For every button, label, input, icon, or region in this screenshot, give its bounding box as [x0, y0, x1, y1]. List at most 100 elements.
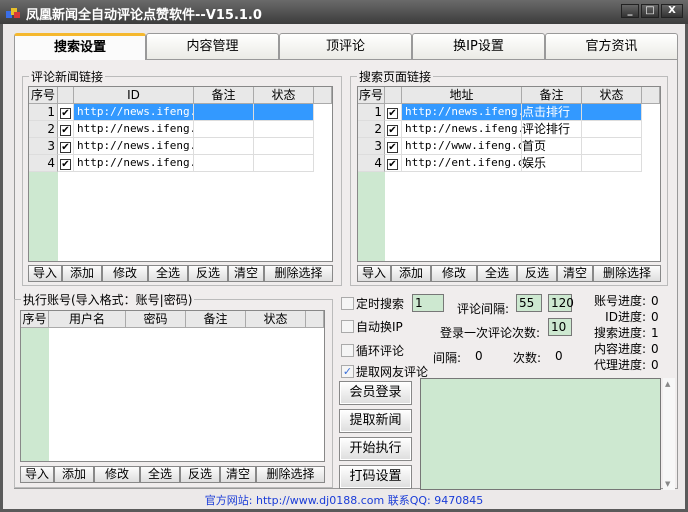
table-row[interactable]: 1 ✔ http://news.ifeng.c: [29, 104, 332, 121]
list-button-0[interactable]: 导入: [20, 466, 54, 483]
search-links-table[interactable]: 序号 地址 备注 状态 1 ✔ http://news.ifeng.c 点击排行 2 ✔ http:…: [357, 86, 661, 262]
column-header[interactable]: 状态: [246, 311, 306, 328]
row-url: http://ent.ifeng.co: [402, 155, 522, 172]
header-filler: [314, 87, 332, 104]
auto-ip-checkbox[interactable]: 自动换IP: [341, 318, 403, 335]
row-url: http://news.ifeng.c: [74, 121, 194, 138]
list-button-6[interactable]: 删除选择: [593, 265, 661, 282]
row-note: 首页: [522, 138, 582, 155]
table-row[interactable]: 3 ✔ http://www.ifeng.co 首页: [358, 138, 660, 155]
checkbox-checked-icon[interactable]: ✔: [60, 159, 71, 170]
scroll-up-icon[interactable]: ▲: [665, 380, 670, 388]
tab-official-news[interactable]: 官方资讯: [545, 33, 678, 59]
member-login-button[interactable]: 会员登录: [339, 381, 412, 405]
tab-ip-settings[interactable]: 换IP设置: [412, 33, 545, 59]
maximize-button[interactable]: □: [641, 4, 659, 18]
checkbox-checked-icon[interactable]: ✔: [60, 142, 71, 153]
close-button[interactable]: X: [661, 4, 683, 18]
news-links-table[interactable]: 序号 ID 备注 状态 1 ✔ http://news.ifeng.c 2 ✔ http://ne…: [28, 86, 333, 262]
table-row[interactable]: 2 ✔ http://news.ifeng.c: [29, 121, 332, 138]
list-button-5[interactable]: 清空: [220, 466, 256, 483]
captcha-settings-button[interactable]: 打码设置: [339, 465, 412, 489]
list-button-4[interactable]: 反选: [188, 265, 228, 282]
log-scrollbar[interactable]: ▲ ▼: [663, 378, 675, 490]
column-header[interactable]: ID: [74, 87, 194, 104]
table-row[interactable]: 3 ✔ http://news.ifeng.c: [29, 138, 332, 155]
row-url: http://www.ifeng.co: [402, 138, 522, 155]
column-header[interactable]: 备注: [186, 311, 246, 328]
column-header[interactable]: 状态: [254, 87, 314, 104]
list-button-4[interactable]: 反选: [180, 466, 220, 483]
list-button-1[interactable]: 添加: [62, 265, 102, 282]
column-header[interactable]: 序号: [21, 311, 49, 328]
list-button-3[interactable]: 全选: [477, 265, 517, 282]
table-row[interactable]: 1 ✔ http://news.ifeng.c 点击排行: [358, 104, 660, 121]
list-button-5[interactable]: 清空: [228, 265, 264, 282]
checkbox-checked-icon[interactable]: ✔: [387, 108, 398, 119]
log-textarea[interactable]: [420, 378, 661, 490]
row-number: 3: [29, 138, 58, 155]
column-header[interactable]: [385, 87, 402, 104]
header-filler: [642, 87, 660, 104]
column-header[interactable]: 序号: [358, 87, 385, 104]
tab-search-settings[interactable]: 搜索设置: [14, 33, 146, 60]
checkbox-checked-icon[interactable]: ✔: [60, 125, 71, 136]
scroll-down-icon[interactable]: ▼: [665, 480, 670, 488]
row-checkbox-cell[interactable]: ✔: [385, 138, 402, 155]
per-login-input[interactable]: 10: [548, 318, 572, 336]
footer-contact[interactable]: 官方网站: http://www.dj0188.com 联系QQ: 947084…: [0, 492, 688, 508]
count-label: 次数:: [513, 351, 542, 365]
row-checkbox-cell[interactable]: ✔: [58, 104, 74, 121]
row-header-filler: [21, 328, 49, 461]
checkbox-checked-icon[interactable]: ✔: [60, 108, 71, 119]
checkbox-checked-icon[interactable]: ✔: [387, 159, 398, 170]
tab-top-comments[interactable]: 顶评论: [279, 33, 412, 59]
timed-search-checkbox[interactable]: 定时搜索: [341, 295, 404, 312]
checkbox-checked-icon[interactable]: ✔: [387, 125, 398, 136]
list-button-1[interactable]: 添加: [391, 265, 431, 282]
list-button-2[interactable]: 修改: [94, 466, 140, 483]
list-button-6[interactable]: 删除选择: [256, 466, 325, 483]
timed-search-input[interactable]: 1: [412, 294, 444, 312]
row-checkbox-cell[interactable]: ✔: [58, 155, 74, 172]
column-header[interactable]: 序号: [29, 87, 58, 104]
column-header[interactable]: 地址: [402, 87, 522, 104]
list-button-2[interactable]: 修改: [431, 265, 477, 282]
row-note: [194, 104, 254, 121]
list-button-0[interactable]: 导入: [28, 265, 62, 282]
minimize-button[interactable]: _: [621, 4, 639, 18]
list-button-1[interactable]: 添加: [54, 466, 94, 483]
list-button-2[interactable]: 修改: [102, 265, 148, 282]
column-header[interactable]: 状态: [582, 87, 642, 104]
fetch-news-button[interactable]: 提取新闻: [339, 409, 412, 433]
list-button-6[interactable]: 删除选择: [264, 265, 333, 282]
list-button-3[interactable]: 全选: [148, 265, 188, 282]
loop-comment-checkbox[interactable]: 循环评论: [341, 342, 404, 359]
table-row[interactable]: 4 ✔ http://ent.ifeng.co 娱乐: [358, 155, 660, 172]
list-button-0[interactable]: 导入: [357, 265, 391, 282]
column-header[interactable]: 用户名: [49, 311, 126, 328]
column-header[interactable]: 备注: [194, 87, 254, 104]
interval-max-input[interactable]: 120: [548, 294, 574, 312]
row-checkbox-cell[interactable]: ✔: [58, 138, 74, 155]
start-button[interactable]: 开始执行: [339, 437, 412, 461]
table-row[interactable]: 4 ✔ http://news.ifeng.c: [29, 155, 332, 172]
list-button-4[interactable]: 反选: [517, 265, 557, 282]
fetch-comments-checkbox[interactable]: ✓ 提取网友评论: [341, 363, 428, 380]
table-row[interactable]: 2 ✔ http://news.ifeng.c 评论排行: [358, 121, 660, 138]
row-checkbox-cell[interactable]: ✔: [385, 121, 402, 138]
tab-content-management[interactable]: 内容管理: [146, 33, 279, 59]
row-checkbox-cell[interactable]: ✔: [58, 121, 74, 138]
column-header[interactable]: [58, 87, 74, 104]
accounts-table[interactable]: 序号 用户名 密码 备注 状态: [20, 310, 325, 462]
column-header[interactable]: 密码: [126, 311, 186, 328]
column-header[interactable]: 备注: [522, 87, 582, 104]
row-checkbox-cell[interactable]: ✔: [385, 104, 402, 121]
checkbox-checked-icon[interactable]: ✔: [387, 142, 398, 153]
progress-label: 代理进度:: [593, 358, 646, 372]
list-button-5[interactable]: 清空: [557, 265, 593, 282]
row-url: http://news.ifeng.c: [402, 104, 522, 121]
interval-min-input[interactable]: 55: [516, 294, 542, 312]
row-checkbox-cell[interactable]: ✔: [385, 155, 402, 172]
list-button-3[interactable]: 全选: [140, 466, 180, 483]
